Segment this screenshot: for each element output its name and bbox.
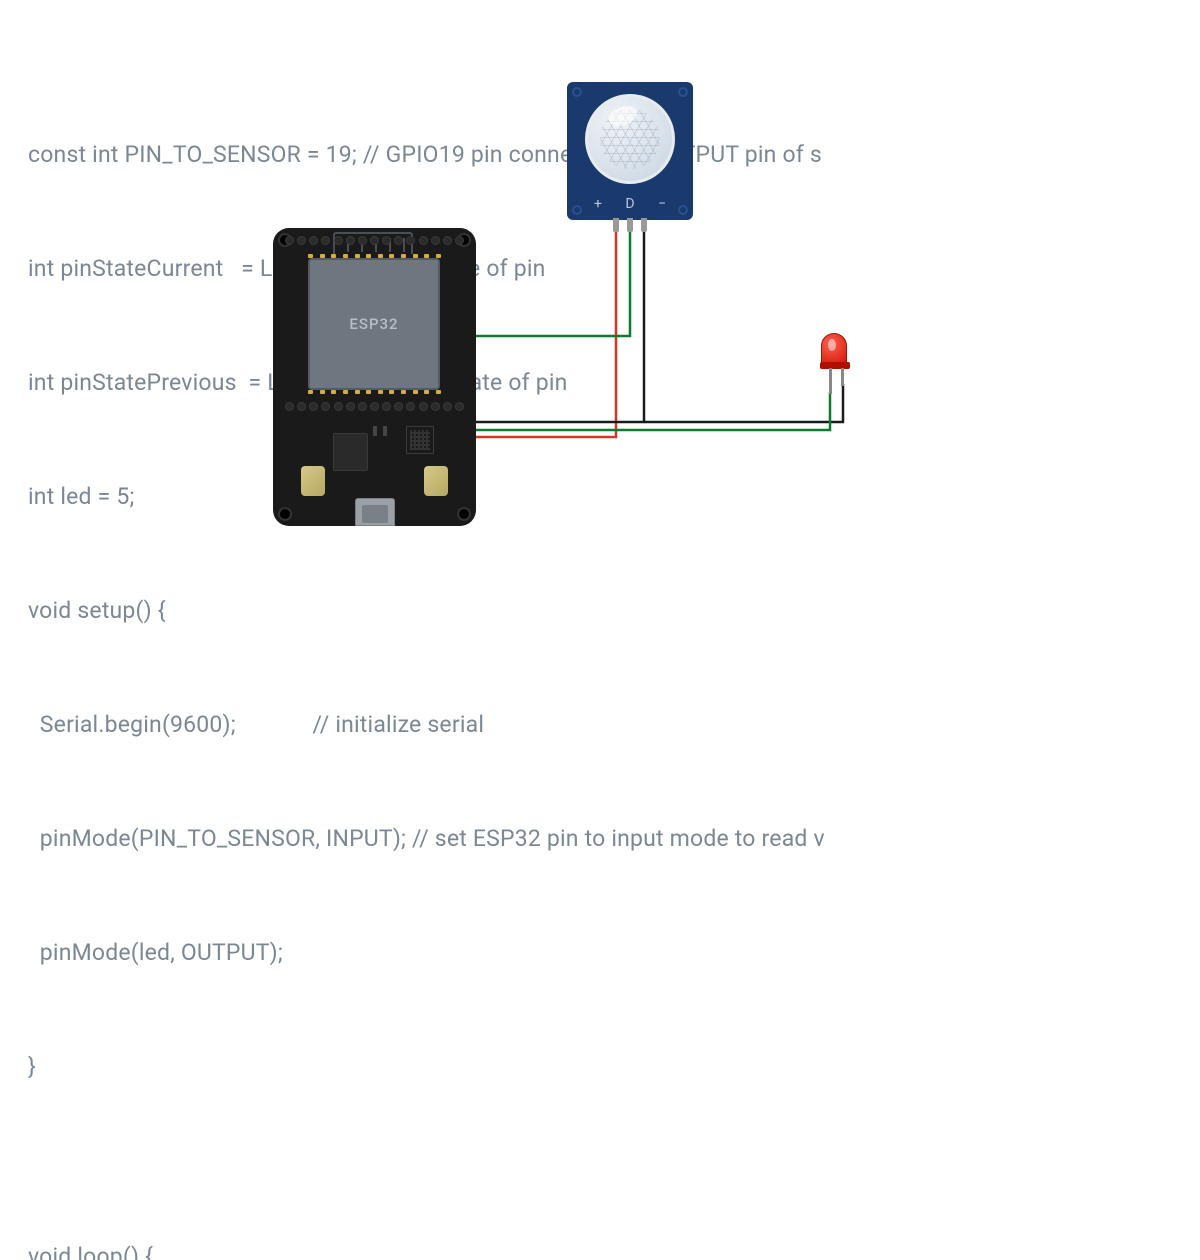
mount-hole-icon [572,87,582,97]
led-cathode-leg[interactable] [841,368,844,386]
mount-hole-icon [678,87,688,97]
pin-header-top[interactable] [285,236,464,245]
red-led[interactable] [821,333,847,367]
code-line: pinMode(led, OUTPUT); [28,934,825,972]
esp32-shield: ESP32 [308,258,440,390]
code-line: pinMode(PIN_TO_SENSOR, INPUT); // set ES… [28,820,825,858]
led-base-icon [820,362,850,369]
code-line: void setup() { [28,592,825,630]
status-led-icon [383,426,387,436]
pin-header-bottom[interactable] [285,402,464,411]
led-anode-leg[interactable] [829,368,832,394]
code-line: Serial.begin(9600); // initialize serial [28,706,825,744]
code-line: } [28,1048,825,1086]
usb-serial-chip-icon [406,426,434,454]
solder-row [308,254,441,258]
pir-fresnel-lens-icon [585,94,675,184]
pir-motion-sensor[interactable]: + D − [567,82,693,220]
pir-pin-data[interactable] [627,218,633,232]
pir-pin-vcc[interactable] [613,218,619,232]
esp32-board[interactable]: ESP32 [273,228,476,526]
solder-row [308,390,441,394]
pir-pin-gnd[interactable] [641,218,647,232]
enable-button[interactable] [424,466,448,496]
mount-hole-icon [457,507,471,521]
code-line: const int PIN_TO_SENSOR = 19; // GPIO19 … [28,136,825,174]
code-line: void loop() { [28,1238,825,1260]
led-highlight-icon [828,339,836,351]
status-led-icon [373,426,377,436]
voltage-regulator-icon [333,433,368,471]
esp32-label: ESP32 [349,315,398,333]
boot-button[interactable] [301,466,325,496]
mount-hole-icon [278,507,292,521]
micro-usb-port[interactable] [355,498,395,526]
pir-pin-labels: + D − [567,196,693,212]
